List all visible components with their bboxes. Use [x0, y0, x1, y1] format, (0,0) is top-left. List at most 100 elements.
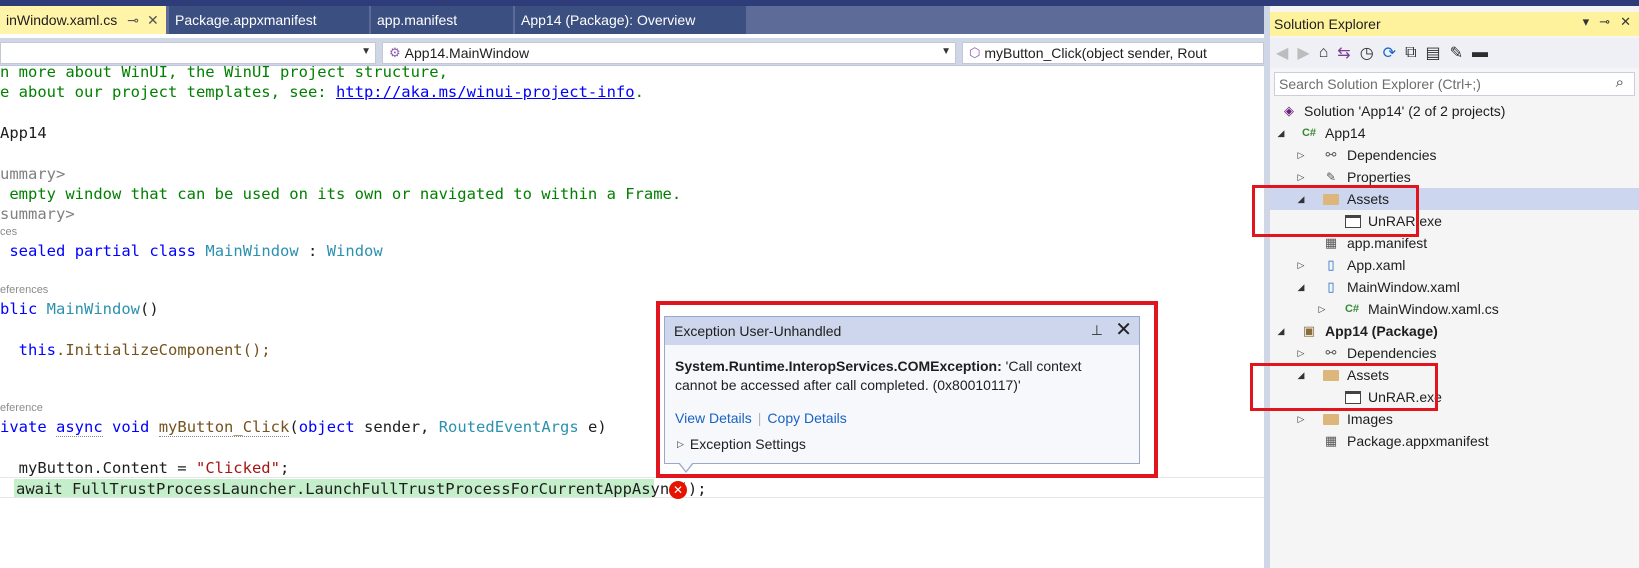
expand-arrow-icon[interactable]: ▷	[1295, 172, 1307, 183]
pending-changes-icon[interactable]: ◷	[1360, 43, 1374, 63]
tree-item-dependencies[interactable]: ▷ ⚯ Dependencies	[1270, 342, 1639, 364]
properties-wrench-icon[interactable]: ✎	[1450, 43, 1463, 63]
expand-arrow-icon: ▷	[677, 438, 684, 449]
expand-arrow-icon[interactable]: ▷	[1295, 260, 1307, 271]
tab-label: Package.appxmanifest	[175, 12, 317, 28]
collapse-all-icon[interactable]: ⧉	[1405, 44, 1416, 62]
code-line: sealed partial class MainWindow : Window	[0, 242, 382, 260]
close-icon[interactable]: ✕	[1115, 319, 1132, 341]
expand-arrow-icon[interactable]: ▷	[1295, 150, 1307, 161]
punctuation: ()	[140, 300, 159, 318]
codelens-references[interactable]: eferences	[0, 284, 48, 296]
view-details-link[interactable]: View Details	[675, 410, 752, 426]
project-combo[interactable]: ▼	[0, 42, 376, 64]
tab-label: App14 (Package): Overview	[521, 12, 696, 28]
collapse-arrow-icon[interactable]: ◢	[1295, 282, 1307, 293]
member-combo-value: myButton_Click(object sender, Rout	[984, 45, 1207, 61]
solution-explorer-panel: Solution Explorer ▾ ⊸ ✕ ◀ ▶ ⌂ ⇆ ◷ ⟳ ⧉ ▤ …	[1250, 6, 1639, 568]
csharp-project-icon: C#	[1301, 127, 1317, 139]
code-line: n more about WinUI, the WinUI project st…	[0, 66, 448, 81]
exception-settings-expander[interactable]: ▷ Exception Settings	[677, 436, 806, 452]
tree-item-mainwindow-xaml-cs[interactable]: ▷ C# MainWindow.xaml.cs	[1270, 298, 1639, 320]
tab-package-appxmanifest[interactable]: Package.appxmanifest	[169, 6, 369, 34]
red-highlight-box	[1250, 363, 1438, 411]
link-separator: |	[757, 410, 762, 426]
pin-icon[interactable]: ⊥	[1091, 322, 1103, 339]
tree-item-project-app14-package[interactable]: ◢ ▣ App14 (Package)	[1270, 320, 1639, 342]
wrench-icon: ✎	[1325, 170, 1337, 184]
solution-explorer-search-input[interactable]: Search Solution Explorer (Ctrl+;) ⌕	[1274, 72, 1635, 96]
type-name: MainWindow	[205, 242, 299, 260]
tree-item-package-appxmanifest[interactable]: ▦ Package.appxmanifest	[1270, 430, 1639, 452]
comment-text: e about our project templates, see:	[0, 83, 336, 101]
tree-item-label: MainWindow.xaml.cs	[1368, 301, 1499, 317]
tree-item-app-xaml[interactable]: ▷ ▯ App.xaml	[1270, 254, 1639, 276]
exception-message: System.Runtime.InteropServices.COMExcept…	[675, 357, 1115, 395]
pin-icon[interactable]: ⊸	[1599, 14, 1610, 30]
expand-arrow-icon[interactable]: ▷	[1295, 414, 1307, 425]
tab-app-manifest[interactable]: app.manifest	[371, 6, 513, 34]
manifest-icon: ▦	[1324, 235, 1338, 250]
tree-item-label: App.xaml	[1347, 257, 1406, 273]
tab-mainwindow-xaml-cs[interactable]: inWindow.xaml.cs ⊸ ✕	[0, 6, 166, 34]
tree-item-mainwindow-xaml[interactable]: ◢ ▯ MainWindow.xaml	[1270, 276, 1639, 298]
home-icon[interactable]: ⌂	[1319, 44, 1329, 62]
tree-item-dependencies[interactable]: ▷ ⚯ Dependencies	[1270, 144, 1639, 166]
close-icon[interactable]: ✕	[1620, 14, 1631, 30]
editor-navigation-bar: ▼ ⚙ App14.MainWindow ▼ ⬡ myButton_Click(…	[0, 38, 1264, 66]
tree-item-images[interactable]: ▷ Images	[1270, 408, 1639, 430]
code-line: e about our project templates, see: http…	[0, 83, 644, 101]
code-line: blic MainWindow()	[0, 300, 159, 318]
close-icon[interactable]: ✕	[147, 12, 159, 29]
preview-icon[interactable]: ▬	[1472, 44, 1488, 62]
xaml-icon: ▯	[1327, 257, 1335, 272]
tree-item-solution[interactable]: ◈ Solution 'App14' (2 of 2 projects)	[1270, 100, 1639, 122]
copy-details-link[interactable]: Copy Details	[767, 410, 846, 426]
back-icon[interactable]: ◀	[1276, 43, 1288, 63]
expand-arrow-icon[interactable]: ▷	[1295, 348, 1307, 359]
member-combo[interactable]: ⬡ myButton_Click(object sender, Rout	[962, 42, 1264, 64]
exception-title: Exception User-Unhandled	[674, 323, 842, 339]
parameter-text: sender,	[354, 418, 439, 436]
comment-text: .	[634, 83, 644, 101]
switch-views-icon[interactable]: ⇆	[1337, 43, 1350, 63]
class-combo[interactable]: ⚙ App14.MainWindow ▼	[382, 42, 956, 64]
forward-icon[interactable]: ▶	[1297, 43, 1309, 63]
tab-package-overview[interactable]: App14 (Package): Overview	[515, 6, 746, 34]
codelens-references[interactable]: eference	[0, 402, 43, 414]
red-highlight-box	[1252, 185, 1419, 237]
doc-link[interactable]: http://aka.ms/winui-project-info	[336, 83, 635, 101]
codelens-references[interactable]: ces	[0, 226, 17, 238]
code-line: ummary>	[0, 165, 65, 183]
collapse-arrow-icon[interactable]: ◢	[1275, 128, 1287, 139]
tree-item-project-app14[interactable]: ◢ C# App14	[1270, 122, 1639, 144]
exception-header: Exception User-Unhandled ⊥ ✕	[665, 317, 1139, 345]
tree-item-label: App14 (Package)	[1325, 323, 1438, 339]
code-text: myButton.Content =	[18, 459, 196, 477]
tree-item-label: Package.appxmanifest	[1347, 433, 1489, 449]
exception-helper-popup: Exception User-Unhandled ⊥ ✕ System.Runt…	[664, 316, 1140, 464]
search-icon[interactable]: ⌕	[1616, 74, 1624, 91]
type-name: MainWindow	[46, 300, 140, 318]
method-call: .InitializeComponent();	[56, 341, 271, 359]
folder-icon	[1322, 411, 1340, 427]
punctuation: ;	[279, 459, 290, 477]
code-line: summary>	[0, 205, 75, 223]
show-all-files-icon[interactable]: ▤	[1426, 43, 1441, 63]
method-name: myButton_Click	[158, 418, 290, 437]
chevron-down-icon[interactable]: ▾	[1583, 14, 1590, 30]
expand-arrow-icon[interactable]: ▷	[1316, 304, 1328, 315]
method-icon: ⬡	[969, 45, 981, 60]
tree-item-label: Dependencies	[1347, 147, 1437, 163]
keyword: class	[149, 242, 197, 260]
solution-explorer-toolbar: ◀ ▶ ⌂ ⇆ ◷ ⟳ ⧉ ▤ ✎ ▬	[1270, 38, 1639, 68]
keyword: partial	[74, 242, 141, 260]
xml-doc-tag: ummary>	[0, 165, 66, 183]
code-line: empty window that can be used on its own…	[0, 185, 681, 203]
pin-icon[interactable]: ⊸	[127, 12, 139, 29]
collapse-arrow-icon[interactable]: ◢	[1275, 326, 1287, 337]
xaml-icon: ▯	[1327, 279, 1335, 294]
error-icon[interactable]: ✕	[669, 481, 687, 499]
search-placeholder: Search Solution Explorer (Ctrl+;)	[1279, 76, 1481, 92]
refresh-icon[interactable]: ⟳	[1383, 43, 1396, 63]
